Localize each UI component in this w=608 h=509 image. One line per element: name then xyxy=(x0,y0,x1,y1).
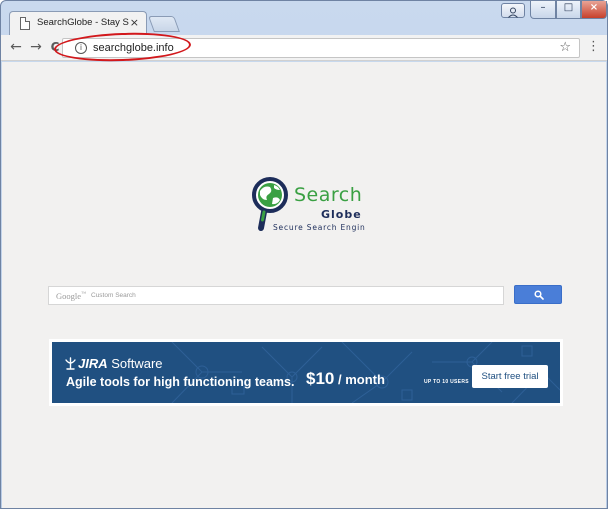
forward-arrow-icon[interactable]: → xyxy=(28,39,44,55)
ad-brand: JIRA Software xyxy=(78,356,163,371)
address-bar[interactable]: i searchglobe.info ☆ xyxy=(62,38,580,58)
close-window-button[interactable]: × xyxy=(581,1,607,19)
search-button[interactable] xyxy=(514,285,562,304)
jira-logo-icon xyxy=(65,357,76,370)
ad-price-amount: $10 xyxy=(306,369,335,388)
reload-icon[interactable]: C xyxy=(47,39,63,55)
back-arrow-icon[interactable]: ← xyxy=(8,39,24,55)
page-icon xyxy=(20,17,30,30)
user-icon xyxy=(508,7,518,18)
ad-brand-software: Software xyxy=(107,356,163,371)
browser-tab[interactable]: SearchGlobe - Stay Secu × xyxy=(9,11,147,35)
browser-window: SearchGlobe - Stay Secu × – □ × ← → C i … xyxy=(0,0,608,509)
url-text[interactable]: searchglobe.info xyxy=(93,42,174,54)
google-brand-text: Google xyxy=(56,291,82,301)
minimize-icon: – xyxy=(540,2,546,13)
google-tm: ™ xyxy=(81,292,86,298)
web-page: Search Globe Secure Search Engin Google™… xyxy=(2,62,606,508)
minimize-button[interactable]: – xyxy=(530,1,556,19)
ad-price-unit: / month xyxy=(334,372,385,387)
ad-price-note: UP TO 10 USERS xyxy=(424,379,469,385)
logo-tagline: Secure Search Engin xyxy=(273,223,366,232)
google-brand-label: Google™ xyxy=(56,291,86,301)
search-placeholder: Custom Search xyxy=(91,292,136,299)
ad-price: $10 / month xyxy=(306,369,385,389)
tab-strip: SearchGlobe - Stay Secu × – □ × xyxy=(1,1,607,35)
ad-brand-jira: JIRA xyxy=(78,356,108,371)
magnifier-globe-icon xyxy=(252,177,288,231)
browser-toolbar: ← → C i searchglobe.info ☆ ⋮ xyxy=(1,35,607,61)
user-profile-button[interactable] xyxy=(501,3,525,18)
kebab-menu-icon[interactable]: ⋮ xyxy=(587,39,600,55)
searchglobe-logo[interactable]: Search Globe Secure Search Engin xyxy=(250,176,370,242)
logo-word-search: Search xyxy=(294,184,363,206)
star-icon[interactable]: ☆ xyxy=(559,40,571,55)
tab-close-icon[interactable]: × xyxy=(130,16,139,29)
close-icon: × xyxy=(589,2,599,13)
new-tab-button[interactable] xyxy=(148,16,180,32)
search-input[interactable]: Google™ Custom Search xyxy=(48,286,504,305)
ad-headline: Agile tools for high functioning teams. xyxy=(66,375,295,389)
info-icon[interactable]: i xyxy=(75,42,87,54)
tab-title: SearchGlobe - Stay Secu xyxy=(37,17,129,28)
jira-ad-banner[interactable]: JIRA Software Agile tools for high funct… xyxy=(49,339,563,406)
maximize-button[interactable]: □ xyxy=(556,1,581,19)
maximize-icon: □ xyxy=(563,2,574,13)
start-free-trial-button[interactable]: Start free trial xyxy=(472,365,548,388)
search-icon xyxy=(534,290,544,300)
logo-word-globe: Globe xyxy=(321,208,362,221)
